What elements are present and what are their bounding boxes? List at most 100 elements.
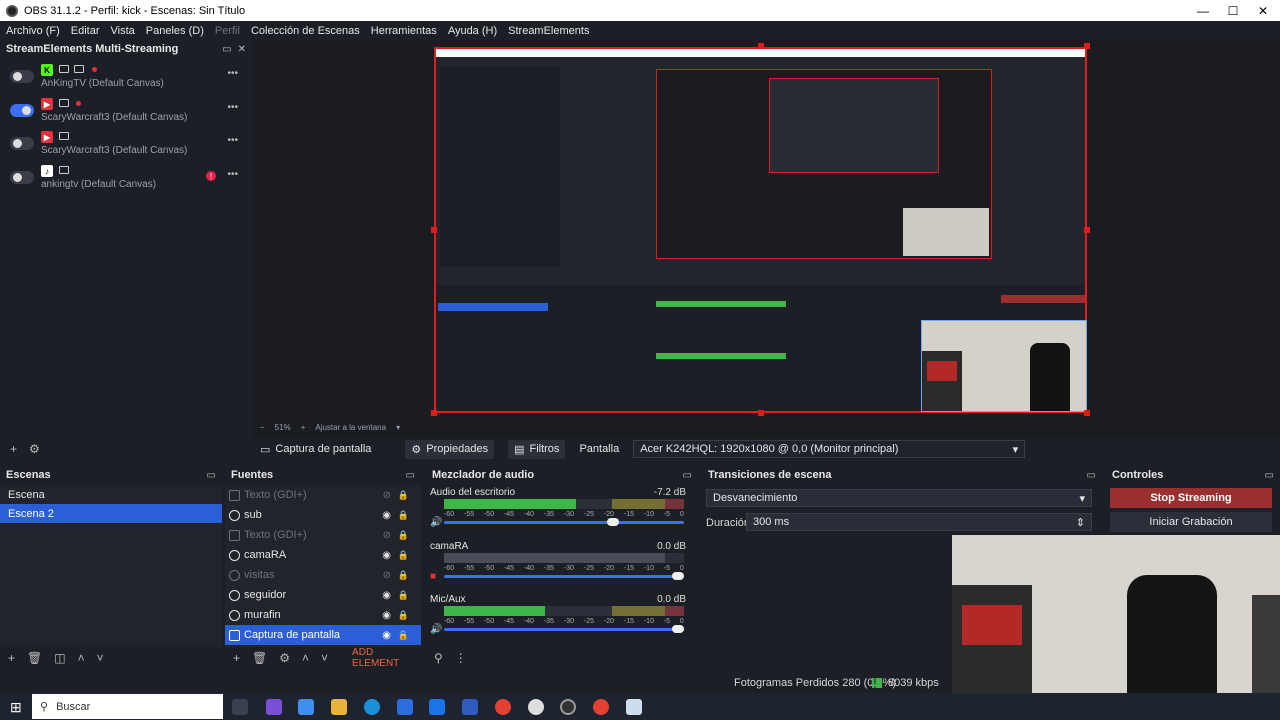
more-icon[interactable]: ••• (227, 169, 238, 180)
chrome-icon[interactable] (593, 699, 609, 715)
menu-perfil[interactable]: Perfil (215, 25, 240, 37)
lock-icon[interactable]: 🔒 (398, 570, 409, 581)
edge-icon[interactable] (364, 699, 380, 715)
lock-icon[interactable]: 🔒 (398, 490, 409, 501)
obs-icon[interactable] (560, 699, 576, 715)
chevron-up-icon[interactable]: ˄ (302, 651, 309, 665)
menu-editar[interactable]: Editar (71, 25, 100, 37)
float-icon[interactable]: ▭ (207, 470, 216, 481)
more-icon[interactable]: ••• (227, 102, 238, 113)
stream-toggle[interactable] (10, 104, 34, 117)
minimize-button[interactable]: — (1186, 0, 1220, 21)
trash-icon[interactable]: 🗑 (252, 651, 267, 665)
lock-icon[interactable]: 🔒 (398, 530, 409, 541)
menu-ayuda[interactable]: Ayuda (H) (448, 25, 497, 37)
more-icon[interactable]: ••• (227, 68, 238, 79)
lock-icon[interactable]: 🔒 (398, 590, 409, 601)
menu-vista[interactable]: Vista (111, 25, 135, 37)
float-icon[interactable]: ▭ (1265, 470, 1274, 481)
stop-streaming-button[interactable]: Stop Streaming (1110, 488, 1272, 508)
float-icon[interactable]: ▭ (222, 44, 231, 55)
lock-icon[interactable]: 🔒 (398, 550, 409, 561)
chrome-icon[interactable] (495, 699, 511, 715)
stream-toggle[interactable] (10, 137, 34, 150)
add-icon[interactable]: + (233, 651, 240, 665)
trash-icon[interactable]: 🗑 (27, 651, 42, 665)
chevron-down-icon[interactable]: ▾ (396, 423, 400, 432)
add-icon[interactable]: + (8, 651, 15, 665)
resize-handle[interactable] (1084, 43, 1090, 49)
scene-item[interactable]: Escena (0, 485, 222, 504)
store-icon[interactable] (397, 699, 413, 715)
copilot-icon[interactable] (298, 699, 314, 715)
stream-toggle[interactable] (10, 70, 34, 83)
eye-icon[interactable]: ◉ (382, 610, 391, 621)
eye-icon[interactable]: ◉ (382, 550, 391, 561)
menu-streamelements[interactable]: StreamElements (508, 25, 589, 37)
screen-select[interactable]: Acer K242HQL: 1920x1080 @ 0,0 (Monitor p… (633, 440, 1026, 458)
chevron-down-icon[interactable]: ˅ (97, 651, 104, 665)
speaker-icon[interactable]: 🔊 (430, 624, 442, 635)
resize-handle[interactable] (758, 410, 764, 416)
eye-hidden-icon[interactable]: ⊘ (383, 570, 391, 581)
resize-handle[interactable] (1084, 227, 1090, 233)
float-icon[interactable]: ▭ (1087, 470, 1096, 481)
eye-hidden-icon[interactable]: ⊘ (383, 530, 391, 541)
float-icon[interactable]: ▭ (683, 470, 692, 481)
add-element-button[interactable]: ADD ELEMENT (352, 647, 421, 669)
source-item-selected[interactable]: Captura de pantalla ◉ 🔒 (225, 625, 421, 645)
chevron-down-icon[interactable]: ˅ (321, 651, 328, 665)
speaker-muted-icon[interactable]: ■ (430, 571, 436, 582)
menu-coleccion[interactable]: Colección de Escenas (251, 25, 360, 37)
app-icon[interactable] (266, 699, 282, 715)
source-item[interactable]: camaRA ◉ 🔒 (225, 545, 421, 565)
close-dock-icon[interactable]: ✕ (238, 44, 246, 55)
properties-button[interactable]: ⚙ Propiedades (405, 439, 495, 459)
app-icon[interactable] (528, 699, 544, 715)
task-view-icon[interactable] (232, 699, 248, 715)
menu-herramientas[interactable]: Herramientas (371, 25, 437, 37)
eye-icon[interactable]: ◉ (382, 590, 391, 601)
eye-icon[interactable]: ◉ (382, 510, 391, 521)
resize-handle[interactable] (431, 227, 437, 233)
resize-handle[interactable] (431, 410, 437, 416)
windows-start-icon[interactable]: ⊞ (10, 699, 22, 716)
filters-button[interactable]: ▤ Filtros (508, 439, 566, 459)
scene-item-selected[interactable]: Escena 2 (0, 504, 222, 523)
webcam-source-preview[interactable] (921, 320, 1087, 412)
lock-icon[interactable]: 🔒 (398, 630, 409, 641)
volume-slider[interactable] (444, 625, 684, 633)
resize-handle[interactable] (1084, 410, 1090, 416)
folder-icon[interactable] (331, 699, 347, 715)
taskbar-search[interactable]: ⚲ Buscar (32, 694, 223, 719)
maximize-button[interactable]: ☐ (1216, 0, 1250, 21)
volume-slider[interactable] (444, 518, 684, 526)
source-item[interactable]: murafin ◉ 🔒 (225, 605, 421, 625)
duration-input[interactable]: 300 ms ⇕ (746, 513, 1092, 531)
filter-icon[interactable]: ◫ (54, 651, 65, 665)
chevron-up-icon[interactable]: ˄ (78, 651, 85, 665)
add-icon[interactable]: + (10, 442, 17, 456)
zoom-in-icon[interactable]: + (301, 423, 306, 432)
alert-icon[interactable]: ! (206, 171, 216, 181)
zoom-fit-button[interactable]: Ajustar a la ventana (315, 423, 386, 432)
lock-icon[interactable]: 🔒 (398, 610, 409, 621)
lock-icon[interactable]: 🔒 (398, 510, 409, 521)
source-item[interactable]: Texto (GDI+) ⊘ 🔒 (225, 485, 421, 505)
close-button[interactable]: ✕ (1246, 0, 1280, 21)
mail-icon[interactable] (429, 699, 445, 715)
zoom-out-icon[interactable]: − (260, 423, 265, 432)
link-icon[interactable]: ⚲ (434, 651, 443, 665)
source-item[interactable]: visitas ⊘ 🔒 (225, 565, 421, 585)
speaker-icon[interactable]: 🔊 (430, 517, 442, 528)
menu-archivo[interactable]: Archivo (F) (6, 25, 60, 37)
source-item[interactable]: Texto (GDI+) ⊘ 🔒 (225, 525, 421, 545)
volume-slider[interactable] (444, 572, 684, 580)
eye-hidden-icon[interactable]: ⊘ (383, 490, 391, 501)
transition-select[interactable]: Desvanecimiento ▾ (706, 489, 1092, 507)
resize-handle[interactable] (758, 43, 764, 49)
more-icon[interactable]: ••• (227, 135, 238, 146)
eye-icon[interactable]: ◉ (382, 630, 391, 641)
gear-icon[interactable]: ⚙ (29, 442, 40, 456)
source-item[interactable]: sub ◉ 🔒 (225, 505, 421, 525)
